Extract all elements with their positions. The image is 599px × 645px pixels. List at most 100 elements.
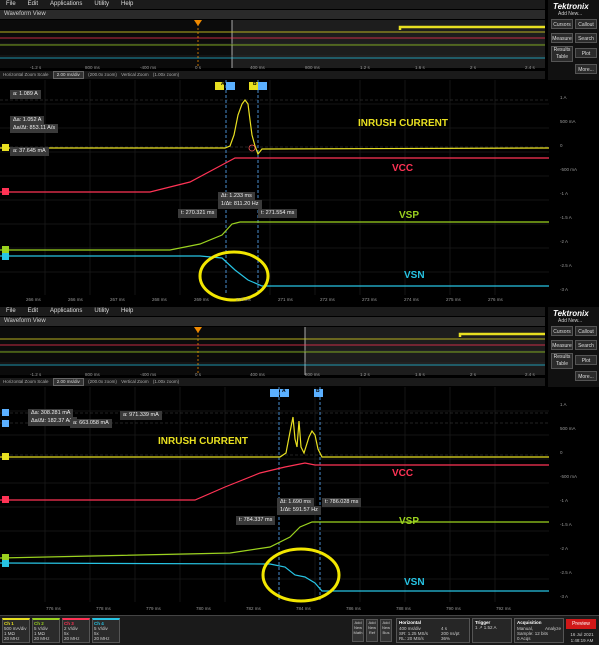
ch4-badge[interactable]: Ch 4 5 V/div 5x 20 MHz	[92, 618, 120, 643]
cursor-b-level-marker[interactable]	[2, 420, 9, 427]
menu-applications[interactable]: Applications	[50, 307, 82, 316]
menu-edit[interactable]: Edit	[28, 307, 38, 316]
annotation-vcc: VCC	[392, 163, 414, 174]
annotation-inrush-current: INRUSH CURRENT	[358, 118, 448, 129]
add-new-label[interactable]: Add New...	[558, 11, 582, 17]
tick-label: 0 s	[195, 65, 202, 70]
ch2-offset-marker[interactable]	[2, 246, 9, 253]
ch1-offset-marker[interactable]	[2, 144, 9, 151]
menu-help[interactable]: Help	[121, 307, 133, 316]
waveform-view-title: Waveform View	[0, 10, 545, 19]
tick-label: 275 ms	[446, 297, 461, 302]
menu-bar: File Edit Applications Utility Help	[0, 0, 545, 9]
hz-zoom-factor: (200.0x zoom)	[88, 72, 117, 77]
horizontal-title: Horizontal	[399, 620, 421, 625]
tick-label: 776 ms	[46, 606, 61, 611]
callout-button[interactable]: Callout	[575, 326, 597, 336]
tick-label: 2.4 s	[525, 372, 535, 377]
hz-zoom-factor: (200.0x zoom)	[88, 379, 117, 384]
overview-record-bottom[interactable]	[0, 327, 545, 375]
ch4-offset-marker[interactable]	[2, 560, 9, 567]
tick-label: 273 ms	[362, 297, 377, 302]
trigger-panel[interactable]: Trigger 1 ↗ 1.52 A	[472, 618, 512, 643]
tick-label: 784 ms	[296, 606, 311, 611]
ch3-offset-marker[interactable]	[2, 188, 9, 195]
tick-label: -1 A	[560, 191, 569, 196]
vertical-scale-bottom: 1 A 500 mA 0 -500 mA -1 A -1.5 A -2 A -2…	[560, 402, 598, 612]
tick-label: -2.5 A	[560, 263, 572, 268]
cursor-a-level-marker[interactable]	[2, 409, 9, 416]
menu-utility[interactable]: Utility	[94, 0, 109, 9]
acquisition-analyze: Analyze	[545, 626, 562, 631]
time-axis-top: 266 ms 266 ms 267 ms 268 ms 269 ms 270 m…	[6, 297, 546, 303]
measure-button[interactable]: Measure	[551, 33, 573, 43]
callout-button[interactable]: Callout	[575, 19, 597, 29]
plot-button[interactable]: Plot	[575, 355, 597, 365]
hz-zoom-scale[interactable]: 2.00 ms/div	[52, 71, 84, 79]
ch4-offset-marker[interactable]	[2, 253, 9, 260]
tick-label: 272 ms	[320, 297, 335, 302]
tick-label: -400 ms	[140, 65, 157, 70]
ch3-badge[interactable]: Ch 3 2 V/div 5x 20 MHz	[62, 618, 90, 643]
results-table-button[interactable]: Results Table	[551, 46, 573, 62]
ch3-offset-marker[interactable]	[2, 496, 9, 503]
tick-label: 267 ms	[110, 297, 125, 302]
menu-help[interactable]: Help	[121, 0, 133, 9]
brand-logo: Tektronix	[553, 2, 589, 11]
more-button[interactable]: More...	[575, 64, 597, 74]
ch1-offset-marker[interactable]	[2, 453, 9, 460]
readout-t2: t: 271.554 ms	[258, 209, 298, 218]
more-button[interactable]: More...	[575, 371, 597, 381]
horizontal-panel[interactable]: Horizontal 400 ms/div SR: 1.25 MS/s RL: …	[396, 618, 470, 643]
waveform-zoom-top[interactable]	[0, 80, 549, 305]
cursor-b-label: B	[316, 388, 320, 394]
tick-label: -2 A	[560, 546, 569, 551]
ch2-badge[interactable]: Ch 2 5 V/div 1 MΩ 20 MHz	[32, 618, 60, 643]
measure-button[interactable]: Measure	[551, 340, 573, 350]
add-new-bus-button[interactable]: Add New Bus	[380, 619, 392, 642]
search-button[interactable]: Search	[575, 33, 597, 43]
results-table-button[interactable]: Results Table	[551, 353, 573, 369]
cursors-button[interactable]: Cursors	[551, 19, 573, 29]
tick-label: -1.5 A	[560, 522, 572, 527]
ch1-badge[interactable]: Ch 1 500 mA/div 1 MΩ 20 MHz	[2, 618, 30, 643]
add-new-label[interactable]: Add New...	[558, 318, 582, 324]
status-bar: Ch 1 500 mA/div 1 MΩ 20 MHz Ch 2 5 V/div…	[0, 615, 599, 645]
hz-zoom-scale[interactable]: 2.00 ms/div	[52, 378, 84, 386]
menu-applications[interactable]: Applications	[50, 0, 82, 9]
ch1-bandwidth: 20 MHz	[4, 636, 20, 641]
preview-button[interactable]: Preview	[566, 619, 596, 629]
cursor-a-label: A	[282, 388, 286, 394]
menu-utility[interactable]: Utility	[94, 307, 109, 316]
tick-label: 400 ms	[250, 65, 265, 70]
plot-button[interactable]: Plot	[575, 48, 597, 58]
add-new-ref-button[interactable]: Add New Ref	[366, 619, 378, 642]
horizontal-position: 36%	[441, 636, 451, 641]
cursor-a-handle-icon[interactable]	[226, 82, 235, 90]
tick-label: 268 ms	[152, 297, 167, 302]
tick-label: 270 ms	[236, 297, 251, 302]
overview-record-top[interactable]	[0, 20, 545, 68]
cursor-b-handle-icon[interactable]	[258, 82, 267, 90]
menu-file[interactable]: File	[6, 0, 16, 9]
side-panel-top: Tektronix Add New... Cursors Callout Mea…	[548, 0, 599, 80]
search-button[interactable]: Search	[575, 340, 597, 350]
tick-label: 2 s	[470, 372, 477, 377]
readout-a2: a: 663.058 mA	[70, 419, 112, 428]
ch2-offset-marker[interactable]	[2, 554, 9, 561]
ch3-bandwidth: 20 MHz	[64, 636, 80, 641]
cursors-button[interactable]: Cursors	[551, 326, 573, 336]
readout-t2: t: 786.028 ms	[322, 498, 362, 507]
tick-label: 1.6 s	[415, 372, 425, 377]
tick-label: 1.2 s	[360, 65, 370, 70]
acquisition-title: Acquisition	[517, 620, 542, 625]
acquisition-panel[interactable]: Acquisition Manual, Sample: 12 bits 0 Ac…	[514, 618, 564, 643]
cursor-a-handle-icon[interactable]	[270, 389, 279, 397]
menu-edit[interactable]: Edit	[28, 0, 38, 9]
menu-file[interactable]: File	[6, 307, 16, 316]
add-new-math-button[interactable]: Add New Math	[352, 619, 364, 642]
vz-zoom-label: Vertical Zoom	[121, 379, 149, 384]
tick-label: -3 A	[560, 594, 569, 599]
tick-label: -1.5 A	[560, 215, 572, 220]
tick-label: -1.2 s	[30, 372, 42, 377]
